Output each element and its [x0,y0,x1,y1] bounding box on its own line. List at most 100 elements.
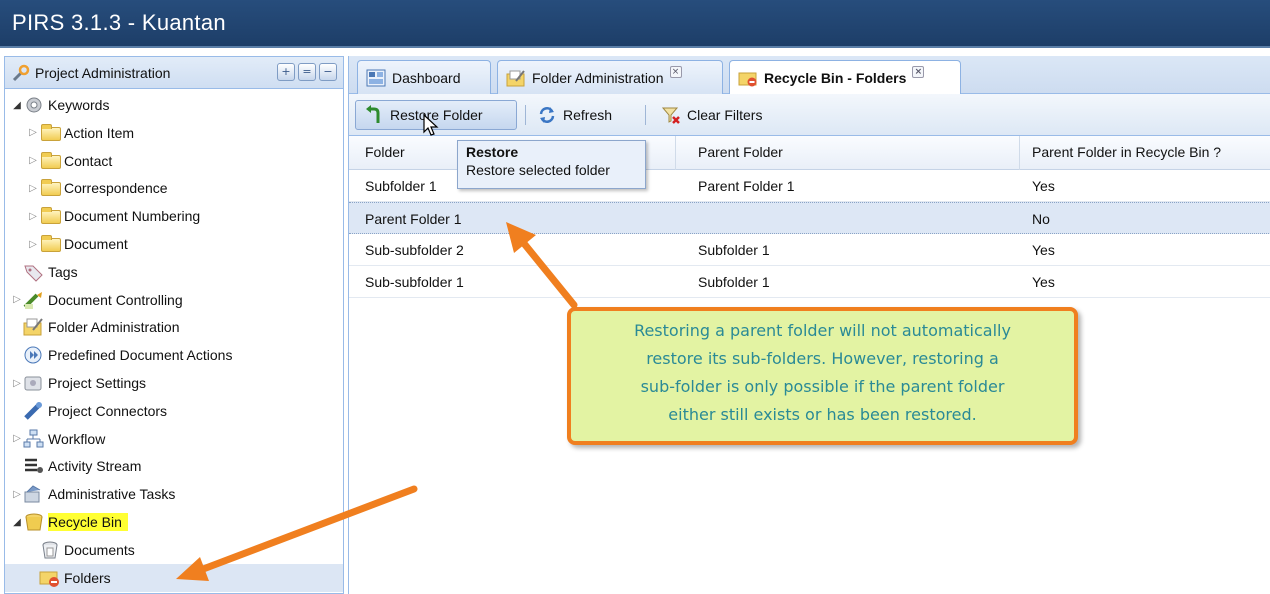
tree-item-contact[interactable]: ▷ Contact [27,147,112,175]
refresh-label: Refresh [563,107,613,123]
tree-item-document[interactable]: ▷ Document [27,230,128,258]
collapse-all-icon[interactable]: = [298,63,316,81]
cell-folder: Sub-subfolder 1 [365,274,464,290]
tree-item-label: Document Controlling [48,291,183,308]
clear-filters-button[interactable]: Clear Filters [653,100,793,130]
tree-item-label: Action Item [64,124,135,141]
cell-in-bin: Yes [1032,242,1055,258]
tree-item-label: Recycle Bin [48,513,128,531]
restore-tooltip: Restore Restore selected folder [457,140,646,189]
collapsed-arrow-icon[interactable]: ▷ [27,127,39,138]
dashboard-icon [366,69,386,87]
toolbar-separator [525,105,526,125]
workflow-icon [23,429,45,449]
tree-item-keywords[interactable]: ◢ Keywords [11,91,109,119]
tree-item-documents[interactable]: Documents [27,536,135,564]
cell-parent: Subfolder 1 [698,274,770,290]
callout-line: either still exists or has been restored… [668,405,977,424]
collapsed-arrow-icon[interactable]: ▷ [11,378,23,389]
tree-item-label: Folder Administration [48,319,180,336]
mouse-cursor-icon [423,113,439,141]
tab-recycle-bin-folders[interactable]: Recycle Bin - Folders × [729,60,961,95]
callout-line: restore its sub-folders. However, restor… [646,349,999,368]
tree-item-project-connectors[interactable]: Project Connectors [11,397,167,425]
tab-label: Dashboard [392,69,461,86]
restore-arrow-icon [364,105,384,125]
tree-item-activity-stream[interactable]: Activity Stream [11,452,141,480]
tree-item-label: Activity Stream [48,458,142,475]
grid-body: Subfolder 1 Parent Folder 1 Yes Parent Fold… [349,170,1270,298]
activity-stream-icon [23,456,45,476]
column-folder[interactable]: Folder [365,144,405,160]
tree-item-correspondence[interactable]: ▷ Correspondence [27,174,168,202]
table-row[interactable]: Parent Folder 1 No [349,202,1270,234]
tab-strip: Dashboard Folder Administration × Recycl… [349,56,1270,95]
app-title: PIRS 3.1.3 - Kuantan [12,10,226,35]
expanded-arrow-icon[interactable]: ◢ [11,517,23,528]
tree-item-predefined-document-actions[interactable]: Predefined Document Actions [11,341,232,369]
table-row[interactable]: Sub-subfolder 2 Subfolder 1 Yes [349,234,1270,266]
collapsed-arrow-icon[interactable]: ▷ [27,239,39,250]
tree-item-folder-administration[interactable]: Folder Administration [11,313,180,341]
document-controlling-icon [23,290,45,310]
folder-icon [39,178,61,198]
collapsed-arrow-icon[interactable]: ▷ [11,433,23,444]
folder-icon [39,206,61,226]
wrench-icon [11,63,31,83]
clear-filters-label: Clear Filters [687,107,763,123]
tree-item-action-item[interactable]: ▷ Action Item [27,119,134,147]
tree-item-document-numbering[interactable]: ▷ Document Numbering [27,202,200,230]
collapsed-arrow-icon[interactable]: ▷ [11,294,23,305]
tree-item-label: Administrative Tasks [48,486,176,503]
folder-icon [39,234,61,254]
column-divider [1019,136,1020,170]
tree-item-tags[interactable]: Tags [11,258,78,286]
tree-item-administrative-tasks[interactable]: ▷ Administrative Tasks [11,480,175,508]
cell-folder: Subfolder 1 [365,178,437,194]
tree-item-project-settings[interactable]: ▷ Project Settings [11,369,146,397]
minimize-icon[interactable]: − [319,63,337,81]
cell-folder: Sub-subfolder 2 [365,242,464,258]
tree-item-workflow[interactable]: ▷ Workflow [11,425,105,453]
collapsed-arrow-icon[interactable]: ▷ [27,211,39,222]
panel-title: Project Administration [35,65,171,81]
recycle-folders-icon [39,568,61,588]
tasks-icon [23,484,45,504]
tree-item-document-controlling[interactable]: ▷ Document Controlling [11,286,183,314]
play-icon [23,345,45,365]
column-divider [675,136,676,170]
info-callout: Restoring a parent folder will not autom… [567,307,1078,445]
collapsed-arrow-icon[interactable]: ▷ [11,489,23,500]
cell-in-bin: Yes [1032,178,1055,194]
table-row[interactable]: Sub-subfolder 1 Subfolder 1 Yes [349,266,1270,298]
tab-folder-administration[interactable]: Folder Administration × [497,60,723,94]
settings-box-icon [23,373,45,393]
tree-item-label: Predefined Document Actions [48,347,233,364]
recycle-folders-icon [738,69,758,87]
collapsed-arrow-icon[interactable]: ▷ [27,155,39,166]
tree-item-label: Keywords [48,97,110,113]
tree-item-folders[interactable]: Folders [5,563,343,592]
cell-parent: Parent Folder 1 [698,178,795,194]
refresh-button[interactable]: Refresh [529,100,633,130]
collapsed-arrow-icon[interactable]: ▷ [27,183,39,194]
column-parent-folder[interactable]: Parent Folder [698,144,783,160]
close-icon[interactable]: × [669,66,682,78]
refresh-icon [537,105,557,125]
tree-item-label: Tags [48,263,78,280]
cell-parent: Subfolder 1 [698,242,770,258]
tree-item-label: Project Settings [48,375,147,391]
tree-item-recycle-bin[interactable]: ◢ Recycle Bin [11,508,128,536]
tooltip-title: Restore [466,144,519,160]
column-parent-in-bin[interactable]: Parent Folder in Recycle Bin ? [1032,144,1221,160]
close-icon[interactable]: × [912,66,925,78]
tab-dashboard[interactable]: Dashboard [357,60,491,94]
expanded-arrow-icon[interactable]: ◢ [11,100,23,111]
callout-line: sub-folder is only possible if the paren… [640,377,1005,396]
cell-in-bin: Yes [1032,274,1055,290]
cell-folder: Parent Folder 1 [365,211,462,227]
add-icon[interactable]: + [277,63,295,81]
callout-line: Restoring a parent folder will not autom… [634,321,1011,340]
gear-icon [23,95,45,115]
recycle-documents-icon [39,540,61,560]
